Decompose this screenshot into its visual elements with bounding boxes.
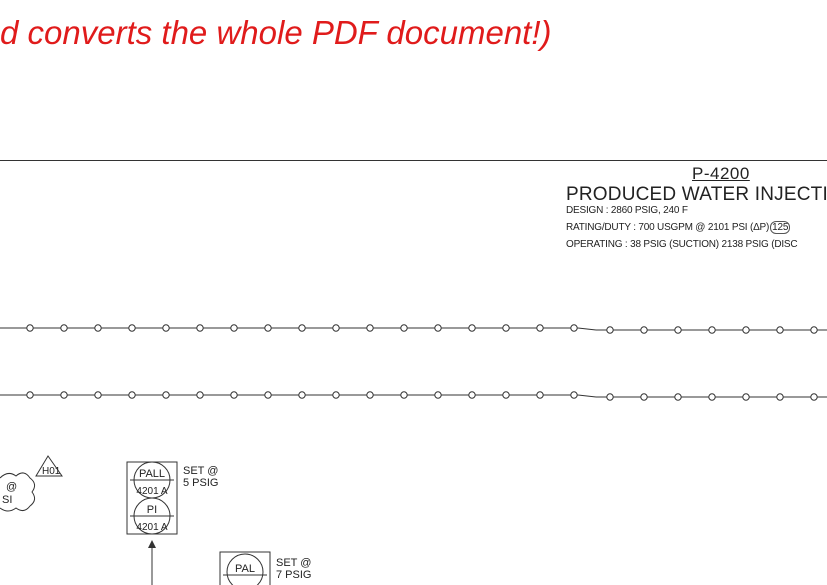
signal-line-marker [606,326,614,334]
pal-setpoint-value: 7 PSIG [276,569,311,581]
signal-line-marker [468,324,476,332]
pall-setpoint-value: 5 PSIG [183,477,218,489]
hold-flag-text: H01 [42,466,61,477]
signal-line-marker [674,393,682,401]
signal-line-marker [776,326,784,334]
signal-line-marker [606,393,614,401]
signal-line-marker [366,391,374,399]
signal-line-marker [640,393,648,401]
signal-line-marker [674,326,682,334]
signal-line-marker [162,324,170,332]
signal-line-marker [366,324,374,332]
pid-diagram: @ SI H01 PALL 4201 A PI 4201 A SET @ 5 P… [0,324,827,585]
pall-number: 4201 A [136,486,167,497]
signal-line-marker [536,324,544,332]
pal-tag: PAL [235,563,255,575]
signal-line-marker [708,326,716,334]
signal-line-marker [128,391,136,399]
signal-line-marker [94,324,102,332]
signal-line-marker [536,391,544,399]
signal-line-marker [434,324,442,332]
signal-line-marker [570,391,578,399]
signal-line-marker [400,391,408,399]
cloud-text-2: SI [2,494,12,506]
signal-line-marker [776,393,784,401]
signal-line-marker [434,391,442,399]
signal-line-marker [298,324,306,332]
signal-line-marker [60,391,68,399]
signal-line-marker [230,324,238,332]
signal-line-marker [264,391,272,399]
signal-line-marker [332,391,340,399]
signal-line-marker [742,326,750,334]
signal-line-marker [94,391,102,399]
instrument-pall-pi: PALL 4201 A PI 4201 A [126,461,178,585]
signal-line-marker [26,391,34,399]
signal-line-upper [0,324,827,334]
signal-line-marker [810,326,818,334]
revision-cloud-left: @ SI [0,472,36,512]
signal-line-marker [162,391,170,399]
instrument-pal: PAL [219,551,271,585]
signal-line-marker [742,393,750,401]
signal-line-marker [570,324,578,332]
signal-line-marker [502,391,510,399]
revision-triangle-flag: H01 [35,455,63,477]
signal-line-marker [298,391,306,399]
signal-line-marker [128,324,136,332]
signal-line-marker [400,324,408,332]
signal-line-marker [468,391,476,399]
pall-setpoint-label: SET @ [183,465,218,477]
signal-line-marker [332,324,340,332]
signal-line-marker [196,324,204,332]
pall-tag: PALL [139,468,165,480]
signal-line-marker [640,326,648,334]
signal-line-marker [810,393,818,401]
signal-line-marker [230,391,238,399]
cloud-text-1: @ [6,481,17,493]
signal-line-marker [26,324,34,332]
signal-line-marker [60,324,68,332]
signal-line-marker [196,391,204,399]
pal-setpoint-label: SET @ [276,557,311,569]
signal-line-marker [502,324,510,332]
signal-line-marker [708,393,716,401]
signal-line-lower [0,391,827,401]
pi-tag: PI [147,504,157,516]
pi-number: 4201 A [136,522,167,533]
signal-line-marker [264,324,272,332]
